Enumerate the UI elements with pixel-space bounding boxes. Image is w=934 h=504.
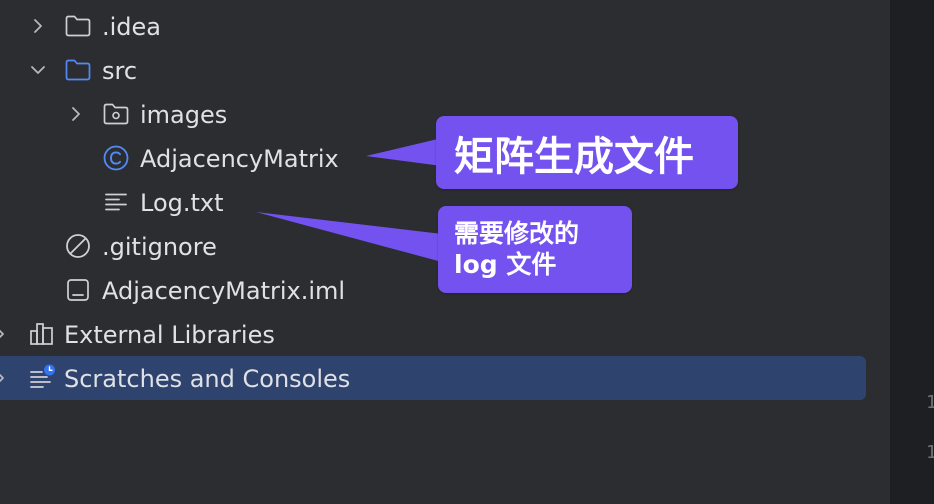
editor-gutter	[890, 0, 934, 504]
tree-item-external-libraries[interactable]: External Libraries	[0, 312, 860, 356]
tree-item-label: AdjacencyMatrix	[140, 145, 339, 173]
tree-item-label: .gitignore	[102, 233, 217, 261]
tree-item-scratches-and-consoles[interactable]: Scratches and Consoles	[0, 356, 866, 400]
class-callout: 矩阵生成文件	[436, 116, 738, 189]
tree-item-label: src	[102, 57, 138, 85]
tree-item-iml[interactable]: AdjacencyMatrix.iml	[0, 268, 860, 312]
tree-item-label: Scratches and Consoles	[64, 365, 351, 393]
log-callout-text-line2: log 文件	[454, 250, 557, 279]
chevron-right-icon[interactable]	[68, 106, 84, 122]
tree-item-gitignore[interactable]: .gitignore	[0, 224, 860, 268]
tree-item-src[interactable]: src	[0, 48, 860, 92]
tree-item-label: images	[140, 101, 228, 129]
project-tool-window: 1 1 .idea src images AdjacencyMatrix Log…	[0, 0, 934, 504]
folder-icon	[65, 15, 91, 37]
line-number: 1	[926, 442, 934, 463]
java-class-icon	[103, 145, 129, 171]
module-file-icon	[67, 279, 89, 301]
tree-item-label: External Libraries	[64, 321, 275, 349]
ignored-file-icon	[66, 234, 90, 258]
log-callout: 需要修改的 log 文件	[438, 206, 632, 293]
text-file-icon	[105, 193, 127, 211]
chevron-right-icon[interactable]	[0, 326, 8, 342]
tree-item-label: AdjacencyMatrix.iml	[102, 277, 346, 305]
chevron-right-icon[interactable]	[0, 370, 8, 386]
class-callout-text: 矩阵生成文件	[454, 133, 694, 180]
source-folder-icon	[65, 59, 91, 81]
resource-folder-icon	[103, 103, 129, 125]
line-number: 1	[926, 392, 934, 413]
tree-item-label: .idea	[102, 13, 162, 41]
chevron-right-icon[interactable]	[30, 18, 46, 34]
tree-item-idea[interactable]: .idea	[0, 4, 860, 48]
log-callout-text-line1: 需要修改的	[454, 219, 580, 248]
chevron-down-icon[interactable]	[30, 62, 46, 78]
libraries-icon	[30, 323, 53, 345]
scratches-icon	[30, 364, 55, 388]
tree-item-label: Log.txt	[140, 189, 224, 217]
